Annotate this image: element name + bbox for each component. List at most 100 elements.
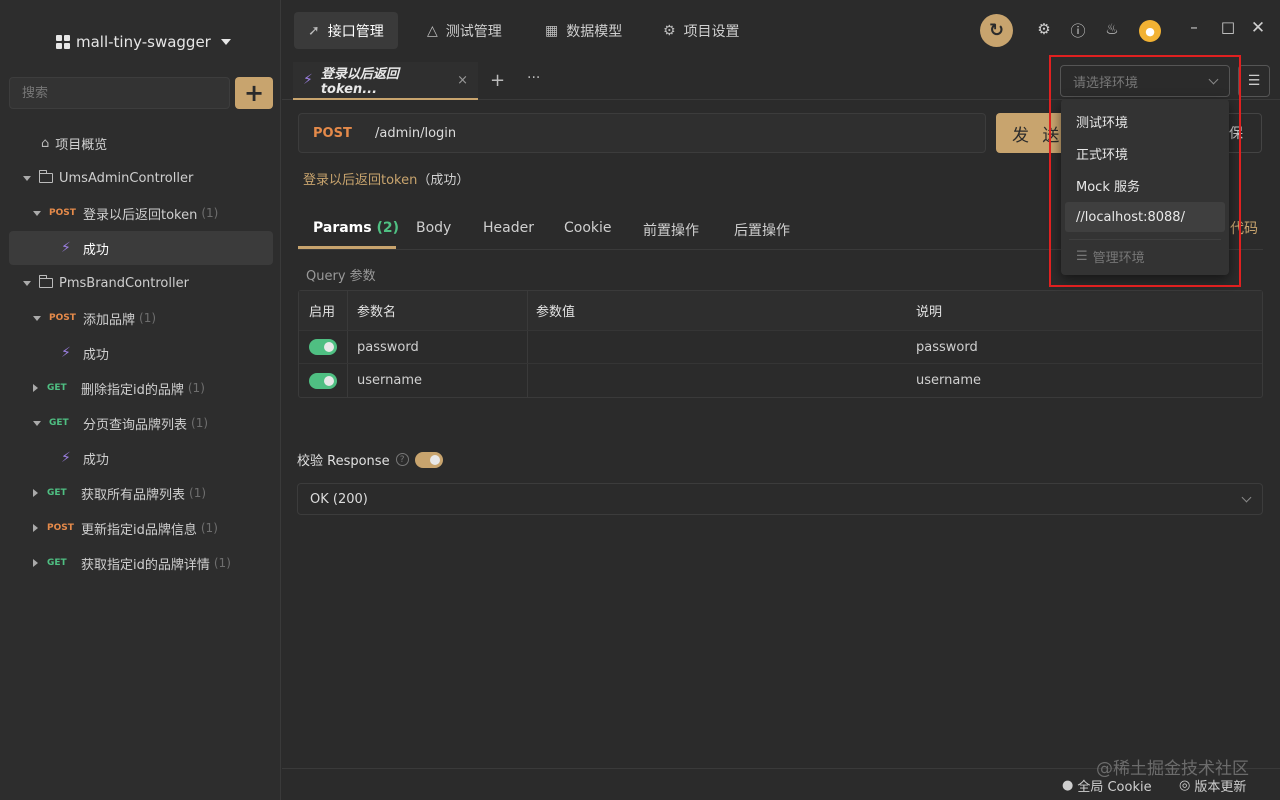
minimize-icon[interactable]: – [1185, 18, 1203, 36]
send-button[interactable]: 发 送 [996, 113, 1066, 153]
add-tab-icon[interactable]: + [490, 70, 505, 91]
api-label: 获取所有品牌列表 [81, 487, 186, 503]
tab-api-management[interactable]: ➚ 接口管理 [294, 12, 398, 49]
sidebar-search-input[interactable] [9, 77, 230, 109]
caret-right-icon[interactable] [33, 384, 38, 392]
param-name-cell[interactable]: username [348, 364, 528, 397]
caret-down-icon[interactable] [33, 420, 41, 426]
caret-down-icon[interactable] [33, 210, 41, 216]
tree-case-item[interactable]: ⚡︎ 成功 [9, 336, 273, 370]
api-label: 删除指定id的品牌 [81, 382, 184, 398]
bolt-icon: ⚡︎ [303, 72, 313, 88]
doc-tab-label: 登录以后返回token... [320, 67, 399, 97]
response-select[interactable]: OK (200) [297, 483, 1263, 515]
active-tab-indicator [298, 246, 396, 249]
param-value-cell[interactable] [528, 331, 908, 363]
api-label: 分页查询品牌列表 [83, 417, 188, 433]
case-count: (1) [189, 486, 207, 500]
env-option-test[interactable]: 测试环境 [1065, 106, 1225, 136]
doc-tab-login[interactable]: ⚡︎ 登录以后返回token... × [293, 62, 478, 100]
method-badge: GET [47, 488, 67, 498]
caret-right-icon[interactable] [33, 489, 38, 497]
method-badge: GET [49, 418, 69, 428]
more-icon[interactable]: ··· [527, 70, 540, 86]
add-button[interactable]: + [235, 77, 273, 109]
help-circle-icon[interactable]: ? [395, 453, 409, 466]
sidebar: mall-tiny-swagger + ⌂ 项目概览 UmsAdminContr… [0, 0, 281, 800]
help-icon[interactable]: ⓘ [1069, 20, 1087, 41]
caret-down-icon[interactable] [23, 175, 31, 181]
env-option-localhost[interactable]: //localhost:8088/ [1065, 202, 1225, 232]
request-path-input[interactable]: /admin/login [375, 126, 456, 141]
sync-button[interactable]: ↻ [980, 14, 1013, 47]
tab-pre-operations[interactable]: 前置操作 [643, 220, 699, 240]
project-switcher[interactable]: mall-tiny-swagger [56, 31, 231, 53]
table-row: username username [299, 364, 1262, 397]
tree-case-item[interactable]: ⚡︎ 成功 [9, 231, 273, 265]
tab-project-settings[interactable]: ⚙ 项目设置 [649, 12, 754, 49]
tab-body[interactable]: Body [416, 220, 451, 236]
watermark: @稀土掘金技术社区 [1096, 759, 1249, 779]
list-icon[interactable]: ☰ [1238, 65, 1270, 97]
bell-icon[interactable]: ♨ [1103, 20, 1121, 38]
tab-cookie[interactable]: Cookie [564, 220, 612, 236]
settings-icon[interactable]: ⚙ [1035, 20, 1053, 38]
bolt-icon: ⚡︎ [61, 240, 71, 256]
params-label: Params [313, 220, 372, 236]
environment-placeholder: 请选择环境 [1073, 75, 1139, 91]
param-desc-cell[interactable]: password [908, 331, 1262, 363]
close-window-icon[interactable]: ✕ [1249, 18, 1267, 38]
env-option-mock[interactable]: Mock 服务 [1065, 170, 1225, 200]
col-enabled: 启用 [299, 291, 348, 330]
manage-environments-button[interactable]: ☰ 管理环境 [1076, 247, 1145, 266]
close-icon[interactable]: × [457, 73, 468, 88]
tree-api-item[interactable]: GET 获取指定id的品牌详情 (1) [9, 546, 273, 580]
api-label: 添加品牌 [83, 312, 136, 328]
tree-case-item[interactable]: ⚡︎ 成功 [9, 441, 273, 475]
caret-right-icon[interactable] [33, 559, 38, 567]
environment-select[interactable]: 请选择环境 [1060, 65, 1230, 97]
tree-api-item[interactable]: GET 删除指定id的品牌 (1) [9, 371, 273, 405]
api-title: 登录以后返回token（成功） [303, 169, 469, 188]
env-option-prod[interactable]: 正式环境 [1065, 138, 1225, 168]
caret-right-icon[interactable] [33, 524, 38, 532]
caret-down-icon[interactable] [23, 280, 31, 286]
tab-post-operations[interactable]: 后置操作 [734, 220, 790, 240]
tab-params[interactable]: Params (2) [313, 220, 399, 236]
param-desc-cell[interactable]: username [908, 364, 1262, 397]
request-method[interactable]: POST [313, 126, 375, 141]
enable-toggle[interactable] [309, 339, 337, 355]
validate-toggle[interactable] [414, 451, 443, 468]
gear-icon: ⚙ [663, 22, 676, 39]
caret-down-icon [220, 39, 231, 45]
method-badge: GET [47, 558, 67, 568]
request-url-bar[interactable]: POST /admin/login [298, 113, 986, 153]
tab-data-model[interactable]: ▦ 数据模型 [531, 12, 636, 49]
query-params-label: Query 参数 [306, 269, 376, 284]
sidebar-item-overview[interactable]: ⌂ 项目概览 [9, 126, 273, 160]
tree-api-item[interactable]: POST 添加品牌 (1) [9, 301, 273, 335]
project-title: mall-tiny-swagger [76, 33, 211, 51]
param-name-cell[interactable]: password [348, 331, 528, 363]
update-icon: ◎ [1179, 778, 1191, 793]
tree-folder[interactable]: UmsAdminController [9, 161, 273, 195]
enable-toggle[interactable] [309, 372, 337, 389]
divider [1069, 239, 1221, 240]
tree-folder[interactable]: PmsBrandController [9, 266, 273, 300]
caret-down-icon[interactable] [33, 315, 41, 321]
maximize-icon[interactable]: □ [1219, 18, 1237, 36]
tab-label: 项目设置 [683, 23, 740, 40]
avatar[interactable]: ● [1139, 20, 1161, 42]
tree-api-item[interactable]: POST 更新指定id品牌信息 (1) [9, 511, 273, 545]
tab-header[interactable]: Header [483, 220, 534, 236]
api-label: 登录以后返回token [83, 207, 198, 223]
generate-code-link[interactable]: 代码 [1230, 218, 1258, 238]
response-value: OK (200) [310, 491, 368, 507]
param-value-cell[interactable] [528, 364, 908, 397]
chevron-down-icon [1208, 74, 1219, 84]
tree-api-item[interactable]: GET 获取所有品牌列表 (1) [9, 476, 273, 510]
folder-icon [38, 170, 53, 183]
tab-test-management[interactable]: △ 测试管理 [413, 12, 516, 49]
tree-api-item[interactable]: POST 登录以后返回token (1) [9, 196, 273, 230]
tree-api-item[interactable]: GET 分页查询品牌列表 (1) [9, 406, 273, 440]
